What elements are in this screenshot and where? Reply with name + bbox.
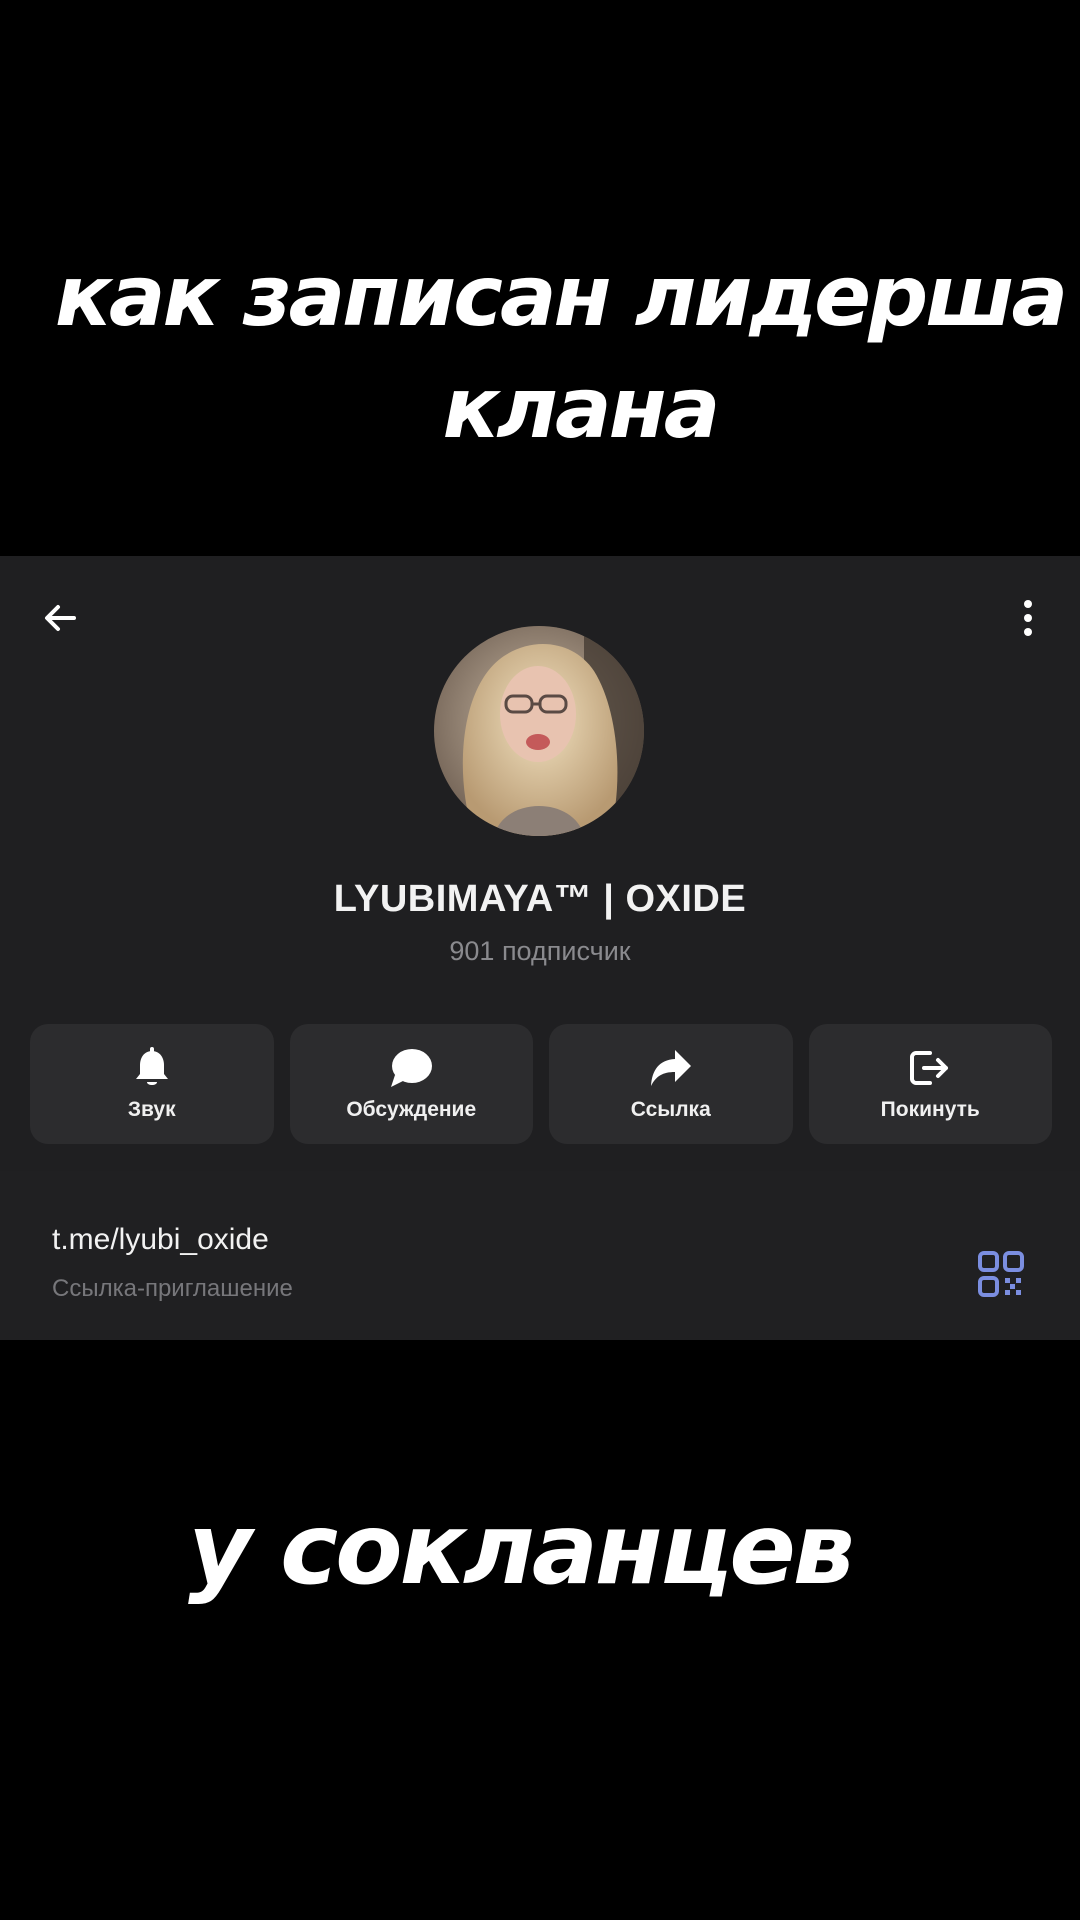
sound-button[interactable]: Звук: [30, 1024, 274, 1144]
discussion-button[interactable]: Обсуждение: [289, 1024, 533, 1144]
sound-button-label: Звук: [127, 1098, 176, 1121]
invite-link-url[interactable]: t.me/lyubi_oxide: [52, 1223, 269, 1257]
qr-code-icon[interactable]: [978, 1251, 1024, 1297]
caption-top: как записан лидерша клана: [0, 240, 1080, 464]
caption-top-line2: клана: [442, 359, 721, 457]
link-button-label: Ссылка: [630, 1098, 711, 1121]
caption-top-line1: как записан лидерша: [54, 247, 1068, 345]
subscriber-count: 901 подписчик: [449, 936, 631, 966]
channel-name: LYUBIMAYA™ | OXIDE: [333, 878, 747, 920]
discussion-button-label: Обсуждение: [346, 1098, 477, 1121]
bell-icon: [130, 1046, 174, 1090]
share-arrow-icon: [649, 1046, 693, 1090]
channel-avatar[interactable]: [434, 626, 644, 836]
chat-bubble-icon: [389, 1046, 433, 1090]
invite-link-caption: Ссылка-приглашение: [52, 1275, 293, 1302]
leave-button[interactable]: Покинуть: [808, 1024, 1052, 1144]
channel-header: LYUBIMAYA™ | OXIDE 901 подписчик Звук Об…: [0, 556, 1080, 1171]
back-arrow-icon: [45, 605, 76, 631]
more-vertical-icon: [1024, 600, 1032, 636]
leave-icon: [908, 1046, 952, 1090]
leave-button-label: Покинуть: [880, 1098, 980, 1121]
back-button[interactable]: [32, 590, 88, 646]
action-buttons-row: Звук Обсуждение Ссылка Покинуть: [30, 1024, 1052, 1144]
link-button[interactable]: Ссылка: [549, 1024, 793, 1144]
avatar-photo: [434, 626, 644, 836]
caption-bottom: у сокланцев: [188, 1493, 855, 1607]
invite-link-card[interactable]: t.me/lyubi_oxide Ссылка-приглашение: [0, 1171, 1080, 1340]
more-options-button[interactable]: [1000, 590, 1056, 646]
channel-info-screen: LYUBIMAYA™ | OXIDE 901 подписчик Звук Об…: [0, 556, 1080, 1340]
